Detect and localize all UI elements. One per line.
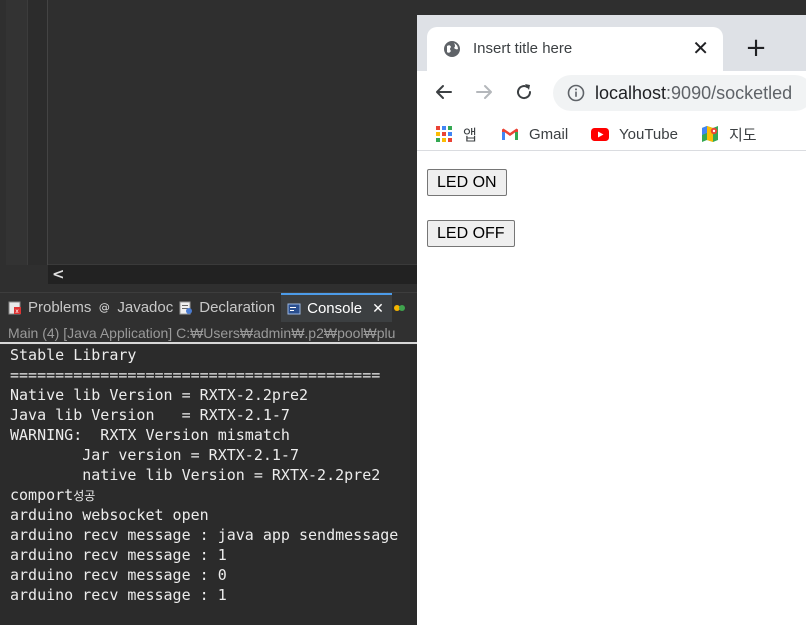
code-editor[interactable]	[0, 0, 420, 287]
page-content: LED ON LED OFF	[417, 156, 806, 625]
console-line: arduino recv message : 1	[10, 586, 227, 604]
bookmark-apps-label: 앱	[463, 126, 477, 144]
bookmark-maps-label: 지도	[729, 126, 757, 144]
back-button[interactable]	[431, 79, 457, 105]
info-icon[interactable]	[567, 84, 585, 102]
overflow-view-icon	[392, 301, 406, 315]
bottom-view-tabs: x Problems @ Javadoc Declaration Console…	[0, 292, 420, 323]
url-host: localhost	[595, 83, 667, 103]
bookmark-gmail-label: Gmail	[529, 125, 569, 143]
console-line: arduino recv message : 1	[10, 546, 227, 564]
youtube-icon	[591, 125, 609, 143]
editor-text-area[interactable]	[48, 0, 420, 265]
console-line: Stable Library	[10, 346, 137, 364]
problems-icon: x	[8, 301, 22, 315]
tab-javadoc[interactable]: @ Javadoc	[97, 293, 179, 323]
editor-ruler	[6, 0, 28, 265]
bookmark-youtube-label: YouTube	[619, 125, 678, 143]
led-off-button[interactable]: LED OFF	[427, 220, 515, 247]
console-line-comport: comport성공	[10, 485, 420, 505]
url-path: :9090/socketled	[666, 83, 793, 103]
tab-console[interactable]: Console ✕	[281, 292, 392, 323]
editor-line-numbers	[28, 0, 48, 265]
led-on-button[interactable]: LED ON	[427, 169, 507, 196]
console-line: arduino recv message : 0	[10, 566, 227, 584]
console-line: Jar version = RXTX-2.1-7	[10, 446, 299, 464]
bookmark-maps[interactable]: 지도	[701, 123, 757, 145]
address-bar[interactable]: localhost:9090/socketled	[553, 75, 806, 111]
tab-declaration-label: Declaration	[199, 299, 276, 316]
tab-problems-label: Problems	[28, 299, 92, 316]
console-icon	[287, 302, 301, 316]
browser-toolbar: localhost:9090/socketled	[417, 71, 806, 113]
scroll-left-icon[interactable]: <	[52, 265, 65, 284]
tab-javadoc-label: Javadoc	[117, 299, 174, 316]
tab-close-icon[interactable]: ✕	[692, 36, 709, 60]
javadoc-icon: @	[98, 301, 110, 314]
comport-text: comport	[10, 486, 74, 504]
console-output[interactable]: Stable Library =========================…	[0, 345, 420, 625]
apps-grid-icon	[435, 125, 453, 143]
console-line: WARNING: RXTX Version mismatch	[10, 426, 290, 444]
declaration-icon	[179, 301, 193, 315]
tab-problems[interactable]: x Problems	[8, 293, 97, 323]
arrow-left-icon	[436, 85, 452, 99]
url-text: localhost:9090/socketled	[595, 83, 792, 103]
console-line: arduino recv message : java app sendmess…	[10, 526, 399, 544]
reload-icon	[517, 84, 532, 100]
reload-button[interactable]	[511, 79, 537, 105]
forward-button[interactable]	[471, 79, 497, 105]
close-icon[interactable]: ✕	[372, 301, 384, 317]
tab-console-label: Console	[307, 300, 363, 317]
console-line: ========================================…	[10, 366, 381, 384]
editor-horizontal-scrollbar[interactable]: <	[48, 264, 420, 284]
console-line: arduino websocket open	[10, 506, 209, 524]
browser-window: Insert title here ✕ + localhost:9090/soc…	[417, 15, 806, 625]
gmail-icon	[501, 125, 519, 143]
new-tab-button[interactable]: +	[743, 35, 769, 61]
arrow-right-icon	[476, 85, 492, 99]
bookmark-apps[interactable]: 앱	[435, 123, 477, 145]
console-line: Java lib Version = RXTX-2.1-7	[10, 406, 290, 424]
maps-icon	[701, 125, 719, 143]
bookmarks-bar: 앱 Gmail YouTube 지도	[417, 117, 806, 151]
tab-title: Insert title here	[473, 40, 573, 57]
tab-overflow[interactable]	[392, 293, 418, 323]
globe-icon	[443, 40, 461, 58]
browser-tab-strip: Insert title here ✕ +	[417, 15, 806, 71]
tab-declaration[interactable]: Declaration	[179, 293, 281, 323]
comport-success-text: 성공	[73, 489, 96, 503]
svg-text:x: x	[15, 308, 19, 315]
console-line: Native lib Version = RXTX-2.2pre2	[10, 386, 309, 404]
console-process-title: Main (4) [Java Application] C:₩Users₩adm…	[0, 322, 420, 344]
bookmark-gmail[interactable]: Gmail	[501, 123, 568, 145]
console-line: native lib Version = RXTX-2.2pre2	[10, 466, 381, 484]
browser-tab[interactable]: Insert title here ✕	[427, 27, 723, 71]
bookmark-youtube[interactable]: YouTube	[591, 123, 678, 145]
